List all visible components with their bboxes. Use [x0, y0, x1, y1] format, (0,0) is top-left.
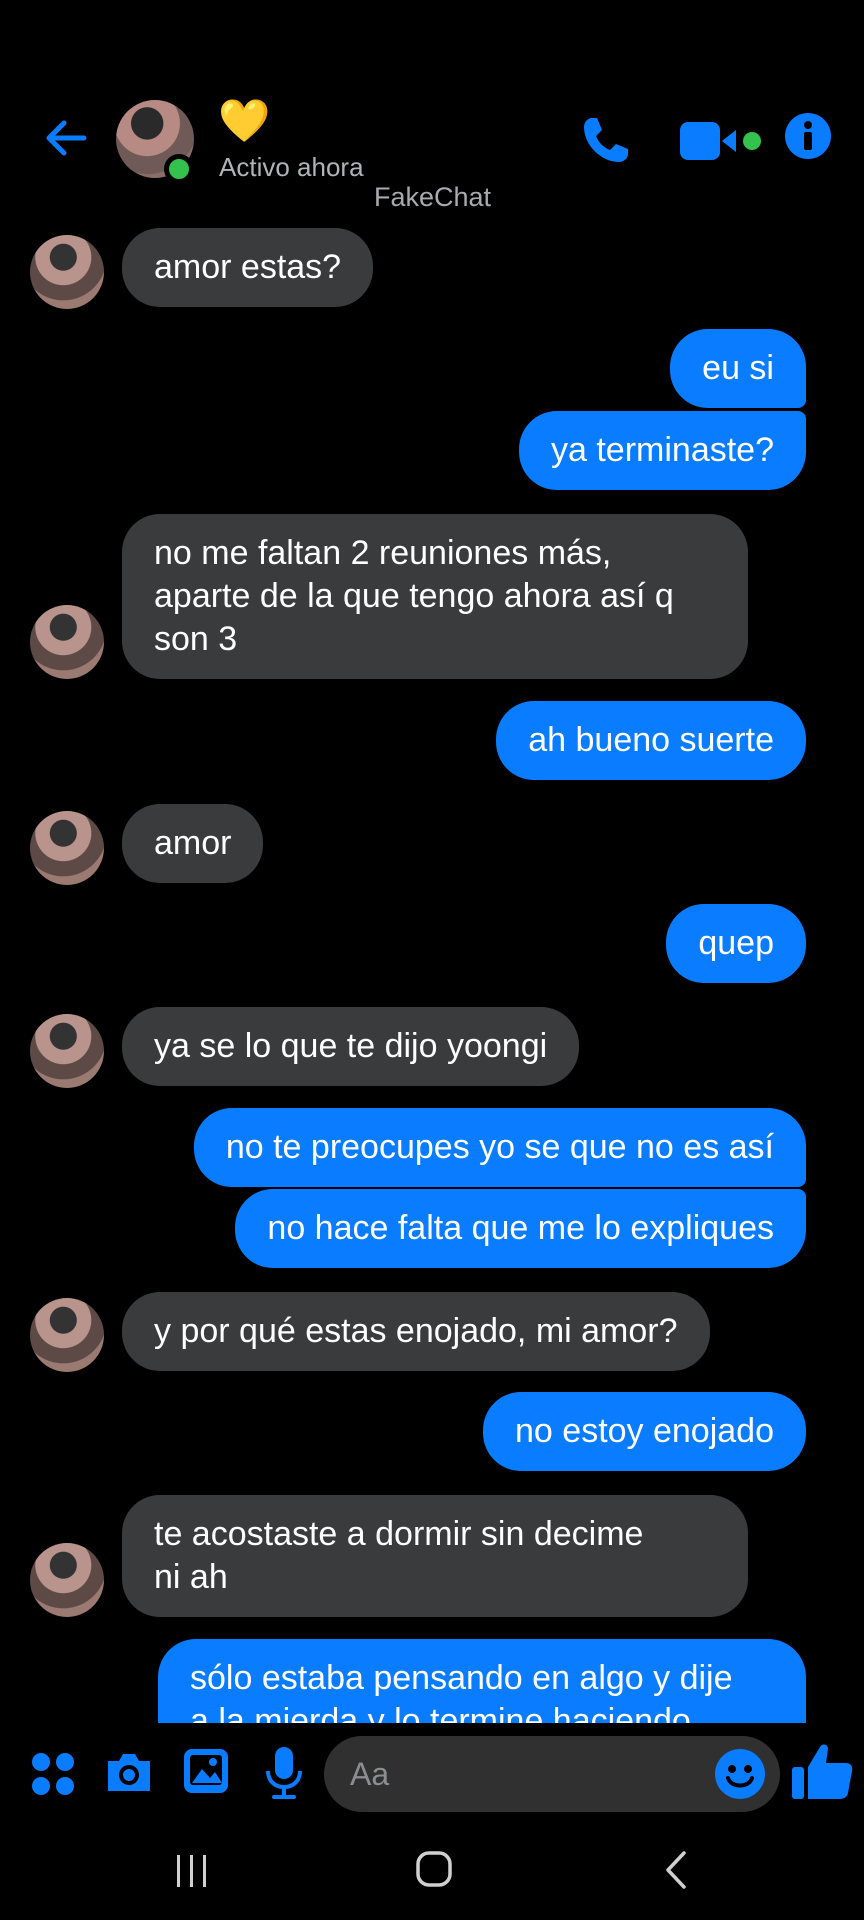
message-input-placeholder: Aa [350, 1756, 390, 1792]
message-input[interactable]: Aa [324, 1736, 780, 1812]
phone-icon[interactable] [578, 112, 634, 168]
outgoing-message[interactable]: no hace falta que me lo expliques [235, 1189, 806, 1268]
contact-name-emoji[interactable]: 💛 [218, 100, 270, 142]
back-arrow-icon[interactable] [40, 112, 92, 164]
nav-back-icon[interactable] [660, 1849, 692, 1891]
incoming-message[interactable]: y por qué estas enojado, mi amor? [122, 1292, 710, 1371]
outgoing-message[interactable]: no estoy enojado [483, 1392, 806, 1471]
outgoing-message[interactable]: ya terminaste? [519, 411, 806, 490]
online-indicator [164, 154, 194, 184]
active-status: Activo ahora [219, 152, 364, 182]
outgoing-message[interactable]: no te preocupes yo se que no es así [193, 1108, 806, 1187]
message-line: son 3 [154, 620, 238, 658]
incoming-message[interactable]: te acostaste a dormir sin decime ni ah [122, 1495, 748, 1617]
recents-icon[interactable] [172, 1853, 212, 1889]
composer-bar: Aa [0, 1723, 864, 1823]
watermark: FakeChat [374, 182, 492, 212]
message-line: a la mierda y lo termine haciendo [190, 1702, 691, 1723]
sender-avatar[interactable] [30, 1543, 104, 1617]
outgoing-message[interactable]: eu si [670, 329, 806, 408]
message-line: no me faltan 2 reuniones más, [154, 534, 612, 572]
outgoing-message[interactable]: quep [666, 904, 806, 983]
message-line: sólo estaba pensando en algo y dije [190, 1659, 733, 1697]
thumbs-up-icon[interactable] [790, 1739, 854, 1803]
home-icon[interactable] [414, 1849, 454, 1889]
incoming-message[interactable]: amor estas? [122, 228, 374, 307]
incoming-message[interactable]: amor [122, 804, 264, 883]
emoji-icon[interactable] [714, 1748, 766, 1800]
outgoing-message[interactable]: ah bueno suerte [496, 701, 806, 780]
camera-icon[interactable] [104, 1749, 154, 1795]
sender-avatar[interactable] [30, 235, 104, 309]
outgoing-message[interactable]: sólo estaba pensando en algo y dije a la… [158, 1639, 806, 1723]
info-icon[interactable] [784, 112, 832, 160]
incoming-message[interactable]: no me faltan 2 reuniones más, aparte de … [122, 514, 748, 679]
sender-avatar[interactable] [30, 1298, 104, 1372]
sender-avatar[interactable] [30, 605, 104, 679]
gallery-icon[interactable] [182, 1747, 230, 1795]
message-list[interactable]: amor estas? eu si ya terminaste? no me f… [0, 215, 864, 1723]
incoming-message[interactable]: ya se lo que te dijo yoongi [122, 1007, 580, 1086]
microphone-icon[interactable] [264, 1745, 304, 1801]
sender-avatar[interactable] [30, 1014, 104, 1088]
message-line: ni ah [154, 1558, 228, 1596]
video-camera-icon[interactable] [678, 118, 764, 164]
sender-avatar[interactable] [30, 811, 104, 885]
apps-grid-icon[interactable] [30, 1751, 76, 1797]
system-nav-bar [0, 1823, 864, 1920]
chat-header: 💛 Activo ahora FakeChat [0, 0, 864, 215]
message-line: aparte de la que tengo ahora así q [154, 577, 674, 615]
message-line: te acostaste a dormir sin decime [154, 1515, 644, 1553]
